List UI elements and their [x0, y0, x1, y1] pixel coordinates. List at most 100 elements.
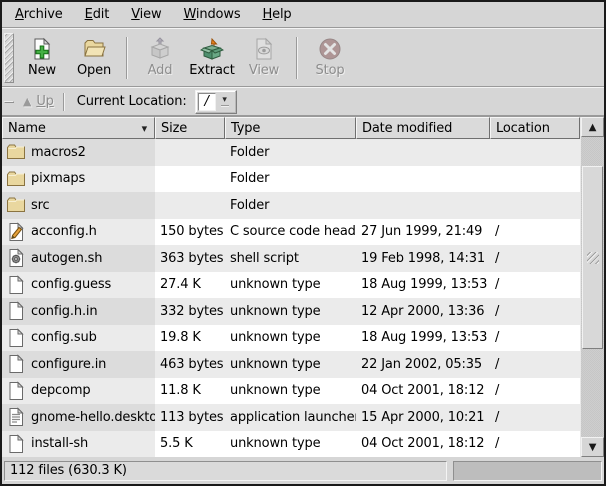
scrollbar-thumb[interactable] [582, 166, 603, 349]
scroll-up-icon: ▲ [589, 122, 597, 133]
table-row[interactable]: config.guess 27.4 K unknown type 18 Aug … [2, 272, 580, 299]
table-row[interactable]: src Folder [2, 192, 580, 219]
extract-icon [199, 36, 225, 62]
file-size: 5.5 K [155, 431, 225, 458]
header-location[interactable]: Location [490, 117, 580, 139]
scrollbar-trough[interactable] [581, 137, 604, 437]
file-size: 27.4 K [155, 272, 225, 299]
table-row[interactable]: autogen.sh 363 bytes shell script 19 Feb… [2, 245, 580, 272]
document-icon [6, 328, 26, 348]
header-type-label: Type [231, 121, 260, 136]
add-files-icon [147, 36, 173, 62]
archive-manager-window: Archive Edit View Windows Help New [0, 0, 606, 486]
menu-help[interactable]: Help [251, 4, 302, 25]
extract-button[interactable]: Extract [187, 32, 237, 84]
file-date-modified [356, 139, 490, 166]
file-location: / [490, 245, 580, 272]
header-name[interactable]: Name ▾ [2, 117, 155, 139]
file-type: unknown type [225, 378, 356, 405]
sort-arrow-icon: ▾ [142, 122, 147, 135]
menu-edit[interactable]: Edit [74, 4, 121, 25]
status-text-box: 112 files (630.3 K) [4, 461, 447, 481]
up-button: ▲ Up [16, 91, 61, 112]
document-icon [6, 381, 26, 401]
file-name: gnome-hello.desktop [31, 410, 155, 425]
table-row[interactable]: configure.in 463 bytes unknown type 22 J… [2, 351, 580, 378]
progress-bar [453, 461, 602, 481]
file-date-modified: 27 Jun 1999, 21:49 [356, 219, 490, 246]
view-file-icon [251, 36, 277, 62]
file-location [490, 192, 580, 219]
table-row[interactable]: gnome-hello.desktop 113 bytes applicatio… [2, 404, 580, 431]
location-bar: ▲ Up Current Location: / ▾ [2, 87, 604, 116]
stop-button: Stop [305, 32, 355, 84]
file-size: 150 bytes [155, 219, 225, 246]
table-row[interactable]: pixmaps Folder [2, 166, 580, 193]
document-icon [6, 434, 26, 454]
combo-dash [221, 105, 229, 106]
location-bar-drag-handle[interactable] [4, 101, 14, 103]
location-combo[interactable]: / ▾ [195, 90, 237, 114]
file-date-modified: 04 Oct 2001, 18:12 [356, 431, 490, 458]
scroll-up-button[interactable]: ▲ [581, 117, 604, 137]
file-type: unknown type [225, 325, 356, 352]
file-location: / [490, 431, 580, 458]
location-combo-value[interactable]: / [198, 93, 216, 111]
open-button[interactable]: Open [69, 32, 119, 84]
up-button-label: Up [36, 94, 53, 109]
menu-archive[interactable]: Archive [4, 4, 74, 25]
header-name-label: Name [8, 121, 46, 136]
table-row[interactable]: macros2 Folder [2, 139, 580, 166]
toolbar-separator [126, 37, 128, 79]
file-name: configure.in [31, 357, 106, 372]
file-date-modified [356, 166, 490, 193]
file-list-area: Name ▾ Size Type Date modified Location … [2, 116, 604, 457]
file-date-modified: 18 Aug 1999, 13:53 [356, 325, 490, 352]
file-location: / [490, 298, 580, 325]
scrollbar-grip [587, 252, 599, 264]
file-date-modified: 15 Apr 2000, 10:21 [356, 404, 490, 431]
file-size [155, 192, 225, 219]
stop-icon [317, 36, 343, 62]
extract-button-label: Extract [189, 64, 235, 78]
folder-icon [6, 142, 26, 162]
column-headers: Name ▾ Size Type Date modified Location [2, 117, 580, 139]
folder-icon [6, 169, 26, 189]
new-button[interactable]: New [17, 32, 67, 84]
menu-view[interactable]: View [120, 4, 172, 25]
open-button-label: Open [77, 64, 111, 78]
file-date-modified: 22 Jan 2002, 05:35 [356, 351, 490, 378]
header-date-modified-label: Date modified [362, 121, 452, 136]
table-row[interactable]: acconfig.h 150 bytes C source code heade… [2, 219, 580, 246]
table-row[interactable]: config.h.in 332 bytes unknown type 12 Ap… [2, 298, 580, 325]
header-size[interactable]: Size [155, 117, 225, 139]
table-row[interactable]: install-sh 5.5 K unknown type 04 Oct 200… [2, 431, 580, 458]
file-name: acconfig.h [31, 224, 97, 239]
file-type: C source code header [225, 219, 356, 246]
file-size: 113 bytes [155, 404, 225, 431]
menubar: Archive Edit View Windows Help [2, 2, 604, 28]
file-type: Folder [225, 139, 356, 166]
header-date-modified[interactable]: Date modified [356, 117, 490, 139]
table-row[interactable]: depcomp 11.8 K unknown type 04 Oct 2001,… [2, 378, 580, 405]
stop-button-label: Stop [316, 64, 345, 78]
header-type[interactable]: Type [225, 117, 356, 139]
scroll-down-button[interactable]: ▼ [581, 437, 604, 457]
table-row[interactable]: config.sub 19.8 K unknown type 18 Aug 19… [2, 325, 580, 352]
file-name: install-sh [31, 436, 88, 451]
location-combo-dropdown[interactable]: ▾ [216, 93, 234, 111]
file-name: config.h.in [31, 304, 98, 319]
menu-windows[interactable]: Windows [172, 4, 251, 25]
current-location-label: Current Location: [77, 94, 187, 109]
file-location: / [490, 219, 580, 246]
file-type: unknown type [225, 272, 356, 299]
toolbar: New Open Add [2, 28, 604, 87]
file-name: pixmaps [31, 171, 85, 186]
toolbar-drag-handle[interactable] [4, 33, 14, 83]
scroll-down-icon: ▼ [589, 442, 597, 453]
location-bar-separator [63, 93, 65, 111]
new-archive-icon [29, 36, 55, 62]
file-date-modified: 18 Aug 1999, 13:53 [356, 272, 490, 299]
up-arrow-icon: ▲ [23, 96, 31, 107]
new-button-label: New [28, 64, 56, 78]
